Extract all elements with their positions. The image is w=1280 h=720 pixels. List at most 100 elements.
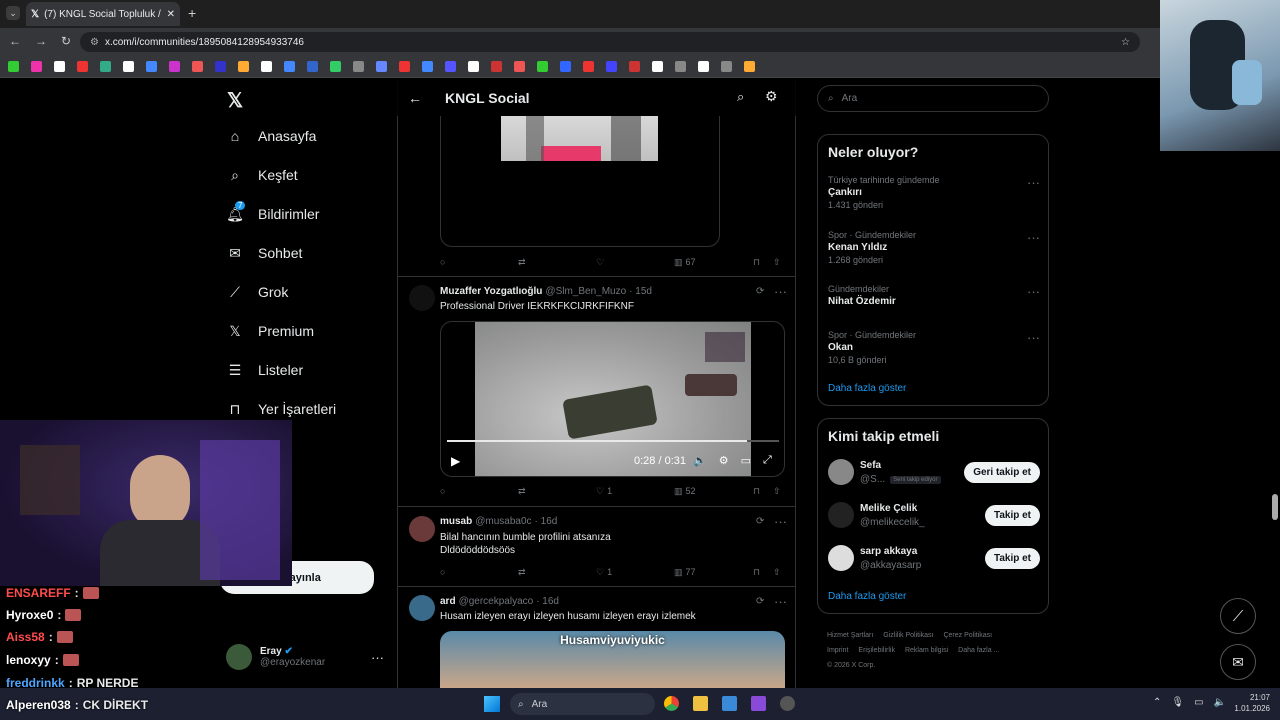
bookmark-favicon-icon[interactable] — [744, 61, 755, 72]
tweet-time[interactable]: · 16d — [536, 596, 559, 607]
footer-link[interactable]: Hizmet Şartları — [827, 632, 873, 639]
tweet-image[interactable] — [501, 116, 658, 161]
reply-icon[interactable]: ○ — [440, 567, 445, 577]
taskbar-search[interactable]: ⌕ Ara — [510, 693, 655, 715]
sidebar-item-1[interactable]: ⌕ Keşfet — [226, 166, 298, 184]
fullscreen-icon[interactable]: ⤢ — [763, 454, 772, 467]
tray-chevron-icon[interactable]: ⌃ — [1153, 697, 1161, 708]
bookmark-favicon-icon[interactable] — [422, 61, 433, 72]
chrome-icon[interactable] — [664, 696, 679, 711]
tweet-author[interactable]: ard — [440, 596, 456, 607]
store-icon[interactable] — [722, 696, 737, 711]
tweet-time[interactable]: · 15d — [629, 286, 652, 297]
folder-icon[interactable] — [693, 696, 708, 711]
bookmark-favicon-icon[interactable] — [54, 61, 65, 72]
bookmark-favicon-icon[interactable] — [445, 61, 456, 72]
back-icon[interactable]: ← — [9, 34, 21, 48]
grok-icon[interactable]: ⟳ — [756, 516, 764, 527]
follow-button[interactable]: Geri takip et — [964, 462, 1040, 483]
app-icon[interactable] — [751, 696, 766, 711]
footer-link[interactable]: Çerez Politikası — [943, 632, 992, 639]
trend-item[interactable]: Türkiye tarihinde gündemde Çankırı 1.431 g… — [828, 175, 1040, 210]
tweet-time[interactable]: · 16d — [535, 516, 558, 527]
bookmark-favicon-icon[interactable] — [560, 61, 571, 72]
bookmark-favicon-icon[interactable] — [491, 61, 502, 72]
more-icon[interactable]: ··· — [1027, 284, 1040, 299]
star-icon[interactable]: ☆ — [1121, 37, 1130, 48]
messages-icon[interactable]: ✉ — [1220, 644, 1256, 680]
grok-icon[interactable]: ⟋ — [1220, 598, 1256, 634]
bookmark-favicon-icon[interactable] — [514, 61, 525, 72]
settings-icon[interactable]: ⚙ — [765, 88, 778, 105]
bookmark-favicon-icon[interactable] — [399, 61, 410, 72]
play-icon[interactable]: ▶ — [451, 454, 460, 468]
bookmark-favicon-icon[interactable] — [215, 61, 226, 72]
show-more-link[interactable]: Daha fazla göster — [828, 383, 906, 394]
bookmark-favicon-icon[interactable] — [652, 61, 663, 72]
trend-item[interactable]: Spor · Gündemdekiler Okan 10,6 B gönderi ··… — [828, 330, 1040, 365]
bookmark-favicon-icon[interactable] — [123, 61, 134, 72]
sidebar-item-7[interactable]: ⊓ Yer İşaretleri — [226, 400, 337, 418]
clock[interactable]: 21:07 1.01.2026 — [1228, 692, 1270, 714]
bookmark-favicon-icon[interactable] — [261, 61, 272, 72]
grok-icon[interactable]: ⟳ — [756, 596, 764, 607]
more-icon[interactable]: ··· — [371, 650, 384, 665]
profile-switcher[interactable]: Eray ✔ @erayozkenar — [226, 644, 325, 670]
x-home-logo-icon[interactable]: 𝕏 — [227, 88, 243, 113]
sidebar-item-5[interactable]: 𝕏 Premium — [226, 322, 314, 340]
more-icon[interactable]: ··· — [1027, 330, 1040, 345]
bookmark-favicon-icon[interactable] — [606, 61, 617, 72]
back-arrow-icon[interactable]: ← — [408, 90, 422, 106]
search-input[interactable]: ⌕ Ara — [817, 85, 1049, 112]
footer-link[interactable]: Gizlilik Politikası — [883, 632, 933, 639]
pip-icon[interactable]: ▭ — [741, 454, 751, 467]
retweet-icon[interactable]: ⇄ — [518, 257, 526, 268]
footer-link[interactable]: Reklam bilgisi — [905, 647, 948, 654]
bookmark-icon[interactable]: ⊓ — [753, 567, 760, 578]
views-icon[interactable]: ▥ 67 — [674, 257, 696, 268]
more-icon[interactable]: ··· — [1027, 175, 1040, 190]
share-icon[interactable]: ⇧ — [773, 257, 781, 268]
bookmark-icon[interactable]: ⊓ — [753, 257, 760, 268]
sidebar-item-4[interactable]: ⟋ Grok — [226, 283, 288, 301]
share-icon[interactable]: ⇧ — [773, 567, 781, 578]
bookmark-favicon-icon[interactable] — [307, 61, 318, 72]
bookmark-favicon-icon[interactable] — [537, 61, 548, 72]
follow-button[interactable]: Takip et — [984, 505, 1040, 526]
bookmark-favicon-icon[interactable] — [353, 61, 364, 72]
bookmark-favicon-icon[interactable] — [31, 61, 42, 72]
address-bar[interactable]: ⚙ x.com/i/communities/189508412895493374… — [80, 32, 1140, 52]
follow-suggestion[interactable]: sarp akkaya @akkayasarp Takip et — [828, 545, 1040, 575]
close-icon[interactable]: ✕ — [167, 9, 175, 20]
sidebar-item-6[interactable]: ☰ Listeler — [226, 361, 303, 379]
like-icon[interactable]: ♡ 1 — [596, 486, 612, 497]
footer-link[interactable]: Imprint — [827, 647, 848, 654]
reply-icon[interactable]: ○ — [440, 257, 445, 267]
footer-link[interactable]: Erişilebilirlik — [858, 647, 895, 654]
grok-icon[interactable]: ⟳ — [756, 286, 764, 297]
bookmark-favicon-icon[interactable] — [721, 61, 732, 72]
tab-list-icon[interactable]: ⌄ — [6, 6, 20, 20]
more-icon[interactable]: ··· — [774, 284, 787, 299]
tweet-handle[interactable]: @gercekpalyaco — [459, 596, 534, 607]
sidebar-item-3[interactable]: ✉ Sohbet — [226, 244, 302, 262]
tweet-author[interactable]: Muzaffer Yozgatlıoğlu — [440, 286, 542, 297]
follow-suggestion[interactable]: Sefa @S... Seni takip ediyor Geri takip et — [828, 459, 1040, 489]
tweet-media-card[interactable] — [440, 116, 720, 247]
bookmark-favicon-icon[interactable] — [376, 61, 387, 72]
bookmark-favicon-icon[interactable] — [675, 61, 686, 72]
trend-item[interactable]: Gündemdekiler Nihat Özdemir ··· — [828, 284, 1040, 309]
volume-icon[interactable]: 🔈 — [1214, 697, 1226, 708]
bookmark-favicon-icon[interactable] — [77, 61, 88, 72]
windows-start-icon[interactable] — [484, 696, 500, 712]
scrollbar-thumb[interactable] — [1272, 494, 1278, 520]
follow-button[interactable]: Takip et — [984, 548, 1040, 569]
tweet-image[interactable]: Husamviyuviyukic — [440, 631, 785, 688]
footer-link[interactable]: Daha fazla ... — [958, 647, 999, 654]
sidebar-item-0[interactable]: ⌂ Anasayfa — [226, 127, 317, 145]
show-more-link[interactable]: Daha fazla göster — [828, 591, 906, 602]
follow-suggestion[interactable]: Melike Çelik @melikecelik_ Takip et — [828, 502, 1040, 532]
volume-icon[interactable]: 🔈 — [693, 454, 707, 467]
avatar[interactable] — [409, 516, 435, 542]
retweet-icon[interactable]: ⇄ — [518, 567, 526, 578]
